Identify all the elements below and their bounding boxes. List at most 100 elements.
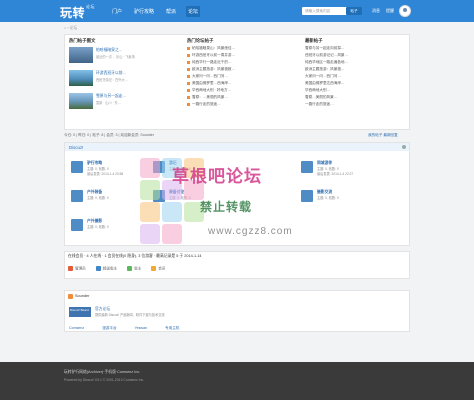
board-icon[interactable]	[71, 161, 83, 173]
friend-link-3[interactable]: Yeswan	[135, 326, 147, 331]
forum-boards-panel: Discuz! 驴行攻略 主题: 0, 帖数: 0 最后发表: 2014-1-4…	[64, 142, 410, 246]
board-meta-1: 主题: 0, 帖数: 0 最后发表: 2014-1-4 20:58	[87, 167, 124, 176]
bullet-icon	[187, 102, 190, 106]
top-nav-bar: 玩转论坛 门户 驴行攻略 帮派 论坛 请输入搜索内容 帖子 消息 提醒	[0, 0, 474, 22]
collapse-icon[interactable]	[402, 145, 406, 149]
admin-icon	[68, 266, 73, 271]
search-button[interactable]: 帖子	[346, 7, 362, 15]
hot-posts-panel: 热门帖子图文 热门论坛帖子 最新帖子 帕哈福暗泉之… 最近的一次… 乐山 · 飞…	[64, 34, 410, 130]
thumb-image-1[interactable]	[69, 47, 93, 63]
thumb-meta-3: 雪原 · 山川 · 东…	[96, 101, 121, 105]
member-legend: 管理员 超级版主 版主 会员	[68, 266, 166, 271]
list-item[interactable]: 纯西华地区一路走遍各地…	[305, 60, 348, 65]
list-item[interactable]: 欧洲主题旅游：风景极…	[305, 67, 345, 72]
thumb-title-2[interactable]: 环游西班牙以前…	[96, 71, 126, 76]
forum-stats: 今日: 0 | 昨日: 0 | 帖子: 8 | 会员: 3 | 欢迎新会员: S…	[64, 133, 155, 137]
discuz-banner-image[interactable]: Discuz! Board	[69, 307, 91, 317]
thumb-title-3[interactable]: 雪原与另一起走…	[96, 94, 126, 99]
thumb-image-3[interactable]	[69, 93, 93, 109]
search-input[interactable]: 请输入搜索内容	[302, 7, 348, 15]
nav-portal[interactable]: 门户	[110, 6, 124, 17]
footer-copyright: Powered by Discuz! X3.1 © 2001-2013 Coms…	[64, 378, 145, 382]
bullet-icon	[187, 67, 190, 71]
list-item[interactable]: 一路行走的旅途…	[187, 102, 221, 107]
thumb-image-2[interactable]	[69, 70, 93, 86]
list-item[interactable]: 美国由佛罗里达西海岸…	[305, 81, 345, 86]
list-item[interactable]: 雪原与另一起走向前探…	[305, 46, 345, 51]
board-meta-4: 主题: 0, 帖数: 0	[87, 196, 109, 200]
thumb-meta-1: 最近的一次… 乐山 · 飞鱼场	[96, 55, 135, 59]
member-icon	[151, 266, 157, 271]
list-item[interactable]: 一路行走的旅途…	[305, 102, 334, 107]
board-icon[interactable]	[153, 161, 165, 173]
mod-icon	[127, 266, 133, 271]
list-item[interactable]: 纯西华行一路走近千的…	[187, 60, 232, 65]
friend-links-panel: Sounder Discuz! Board 官方论坛 提供最新 Discuz! …	[64, 290, 410, 332]
board-meta-6: 主题: 0, 帖数: 0	[317, 196, 339, 200]
user-links: 消息 提醒	[372, 8, 394, 14]
messages-link[interactable]: 消息	[372, 8, 380, 14]
board-meta-5: 主题: 0, 帖数: 0	[169, 196, 191, 200]
friend-link-2[interactable]: 漫游平台	[102, 326, 116, 331]
list-item[interactable]: 西班牙以前游记记…风景…	[305, 53, 348, 58]
list-item[interactable]: 环游西班牙以前一周并游…	[187, 53, 235, 58]
forum-section-title: Discuz!	[69, 144, 84, 150]
board-icon[interactable]	[153, 190, 165, 202]
super-mod-icon	[95, 266, 101, 271]
footer: 玩转驴行网络(Archiver)·手机版·Comsenz Inc. Powere…	[0, 362, 474, 400]
board-icon[interactable]	[71, 219, 83, 231]
list-item[interactable]: 雪原：…美丽的风景…	[187, 95, 228, 100]
sounder-label[interactable]: Sounder	[75, 294, 89, 298]
list-item[interactable]: 帕哈福暗泉山：风景绝佳…	[187, 46, 235, 51]
bullet-icon	[187, 46, 190, 50]
list-item[interactable]: 华西两地大别…	[305, 88, 330, 93]
nav-guide[interactable]: 驴行攻略	[132, 6, 156, 17]
legend-member: 会员	[151, 266, 166, 271]
nav-forum[interactable]: 论坛	[186, 6, 201, 17]
latest-posts-title: 最新帖子	[305, 38, 323, 43]
online-members-panel: 在线会员 · 4 人在线 · 1 会员在线(0 隐身), 3 位游客 · 最高记…	[64, 251, 410, 279]
list-item[interactable]: 雪原…美丽的风景…	[305, 95, 337, 100]
footer-links[interactable]: 玩转驴行网络(Archiver)·手机版·Comsenz Inc.	[64, 370, 140, 375]
hot-forum-title: 热门论坛帖子	[187, 38, 214, 43]
board-icon[interactable]	[301, 190, 313, 202]
forum-section-header[interactable]: Discuz!	[65, 143, 409, 151]
thumb-title-1[interactable]: 帕哈福暗泉之…	[96, 48, 123, 53]
friend-link-1[interactable]: Comsenz	[69, 326, 84, 331]
logo-sub: 论坛	[86, 4, 96, 9]
legend-admin: 管理员	[68, 266, 86, 271]
bullet-icon	[187, 60, 190, 64]
bullet-icon	[187, 53, 190, 57]
list-item[interactable]: 华西两地大别 · 好地方…	[187, 88, 231, 93]
list-item[interactable]: 大家问一问…西门河…	[305, 74, 341, 79]
board-icon[interactable]	[71, 190, 83, 202]
main-nav: 门户 驴行攻略 帮派 论坛	[110, 6, 201, 17]
legend-mod: 版主	[127, 266, 141, 271]
friend-link-4[interactable]: 专用主机	[165, 326, 179, 331]
board-meta-7: 主题: 0, 帖数: 0	[87, 225, 109, 229]
board-meta-3: 主题: 0, 帖数: 0 最后发表: 2014-1-4 22:27	[317, 167, 354, 176]
nav-group[interactable]: 帮派	[164, 6, 178, 17]
hot-images-title: 热门帖子图文	[69, 38, 96, 43]
logo-text: 玩转	[60, 6, 86, 20]
my-posts-links[interactable]: 我的帖子 最新回复	[368, 133, 398, 138]
thumb-meta-2: 西班牙游记：在外大…	[96, 78, 128, 82]
friend-desc: 提供最新 Discuz! 产品新闻、软件下载与技术交流	[95, 313, 165, 317]
notifications-link[interactable]: 提醒	[386, 8, 394, 14]
legend-super-mod: 超级版主	[95, 266, 117, 271]
list-item[interactable]: 欧洲主题旅游：风景极致…	[187, 67, 235, 72]
list-item[interactable]: 大家问一问…西门河…	[187, 74, 228, 79]
board-icon[interactable]	[301, 161, 313, 173]
online-title: 在线会员 · 4 人在线 · 1 会员在线(0 隐身), 3 位游客 · 最高记…	[68, 254, 202, 258]
bullet-icon	[187, 74, 190, 78]
user-icon	[68, 294, 73, 299]
bullet-icon	[187, 95, 190, 99]
list-item[interactable]: 美国由佛罗里…西海岸…	[187, 81, 232, 86]
bullet-icon	[187, 88, 190, 92]
friend-links: Comsenz 漫游平台 Yeswan 专用主机	[69, 326, 179, 331]
bullet-icon	[187, 81, 190, 85]
site-logo[interactable]: 玩转论坛	[60, 4, 95, 21]
avatar[interactable]	[399, 5, 411, 17]
breadcrumb[interactable]: ⌂ › 论坛	[64, 26, 77, 31]
board-meta-2: 主题: 0, 帖数: 0	[169, 167, 191, 171]
